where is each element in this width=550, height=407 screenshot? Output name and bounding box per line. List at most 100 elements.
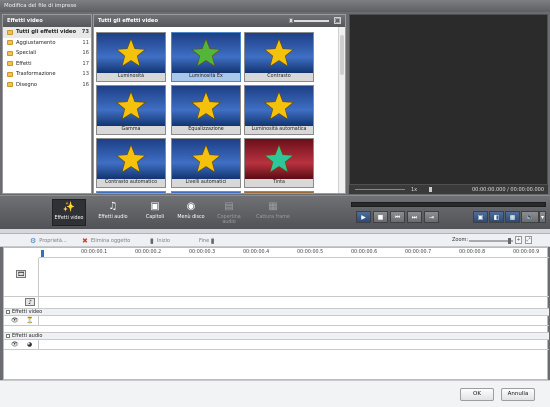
playback-speed-knob[interactable]: [429, 187, 432, 192]
eye-icon[interactable]: 👁: [11, 341, 19, 348]
timeline-tool[interactable]: Fine ▮: [199, 237, 218, 245]
go-to-end-button[interactable]: ⇥: [424, 211, 439, 223]
toolbar-button[interactable]: ▤ Copertina audio: [212, 199, 246, 226]
video-effects-section[interactable]: Effetti video: [4, 308, 549, 316]
category-label: Effetti: [16, 60, 32, 67]
category-label: Tutti gli effetti video: [16, 29, 77, 36]
timeline-tool-label: Inizio: [156, 238, 170, 244]
folder-icon: [7, 40, 13, 46]
category-item[interactable]: Disegno 16: [3, 80, 91, 91]
effect-preview-image: [245, 33, 313, 73]
timeline-tool-label: Elimina oggetto: [90, 238, 131, 244]
effect-thumbnail-partial[interactable]: [96, 191, 166, 193]
effect-thumbnail[interactable]: Livelli automatici: [171, 138, 241, 188]
play-button[interactable]: ▶: [356, 211, 371, 223]
star-icon: [191, 91, 221, 120]
timeline-toolbar: ⚙ Proprietà... ✖ Elimina oggetto ▮ Inizio Fine…: [0, 234, 550, 247]
cancel-button[interactable]: Annulla: [501, 388, 535, 401]
category-list: Tutti gli effetti video 73 Aggiustamento 11…: [3, 27, 91, 90]
timeline-tool[interactable]: ⚙ Proprietà...: [30, 237, 67, 245]
skip-back-icon: ⏮: [394, 214, 401, 221]
timeline-tool[interactable]: ▮ Inizio: [150, 237, 170, 245]
toolbar-button-label: Effetti video: [54, 216, 84, 221]
view-mode-button-3[interactable]: ▦: [505, 211, 520, 223]
timeline-zoom-slider[interactable]: [469, 238, 513, 244]
timeline-zoom-knob[interactable]: [508, 238, 511, 244]
audio-effects-section[interactable]: Effetti audio: [4, 332, 549, 340]
audio-cover-icon: ▤: [224, 201, 234, 212]
ok-button[interactable]: OK: [460, 388, 494, 401]
effects-scrollbar[interactable]: [338, 27, 345, 193]
effect-thumbnail-partial[interactable]: [244, 191, 314, 193]
folder-icon: [7, 29, 13, 35]
effect-thumbnail[interactable]: Contrasto automatico: [96, 138, 166, 188]
thumbnail-size-slider-knob[interactable]: [289, 18, 293, 23]
effect-label: Contrasto automatico: [97, 179, 165, 187]
effect-label: Luminosità automatica: [245, 126, 313, 134]
category-item[interactable]: Speciali 16: [3, 48, 91, 59]
category-item[interactable]: Tutti gli effetti video 73: [3, 27, 91, 38]
seek-bar[interactable]: [351, 202, 546, 207]
playback-speed: 1x: [411, 187, 418, 193]
star-icon: [264, 38, 294, 67]
thumbnail-zoom-icon[interactable]: ▢: [334, 17, 341, 24]
effect-thumbnail-partial[interactable]: [171, 191, 241, 193]
toolbar-button[interactable]: ◉ Menù disco: [174, 199, 208, 226]
category-panel: Effetti video Tutti gli effetti video 73 A…: [2, 14, 92, 194]
toolbar-button[interactable]: ✨ Effetti video: [52, 199, 86, 226]
effect-thumbnail[interactable]: Contrasto: [244, 32, 314, 82]
fit-to-window-button[interactable]: ⤢: [525, 236, 532, 244]
stop-button[interactable]: ■: [373, 211, 388, 223]
eye-icon[interactable]: 👁: [11, 317, 19, 324]
folder-icon: [7, 61, 13, 67]
video-effects-collapse-icon[interactable]: [6, 309, 10, 314]
toolbar-button[interactable]: ▦ Cattura frame: [256, 199, 290, 226]
category-item[interactable]: Aggiustamento 11: [3, 38, 91, 49]
track-separator: [4, 325, 549, 326]
audio-effects-track-header: 👁 ◕: [4, 340, 39, 349]
timeline-tool[interactable]: ✖ Elimina oggetto: [82, 237, 130, 245]
audio-track-header: ♪: [4, 296, 39, 308]
end-icon: ⇥: [428, 214, 435, 221]
category-label: Trasformazione: [16, 71, 56, 78]
timeline-ruler[interactable]: 00:00:00.1 00:00:00.2 00:00:00.3 00:00:00.4…: [39, 248, 549, 258]
window-title: Modifica del file di imprese: [4, 3, 77, 9]
star-icon: [264, 144, 294, 173]
effect-thumbnail[interactable]: Equalizzazione: [171, 85, 241, 135]
volume-button[interactable]: 🔈: [521, 211, 539, 223]
effect-label: Tinta: [245, 179, 313, 187]
thumbnail-size-slider[interactable]: [289, 18, 329, 23]
track-separator: [4, 349, 549, 350]
star-icon: [191, 144, 221, 173]
view-mode-button-2[interactable]: ◧: [489, 211, 504, 223]
star-icon: [191, 38, 221, 67]
effect-thumbnail[interactable]: Tinta: [244, 138, 314, 188]
toolbar-button[interactable]: ♫ Effetti audio: [96, 199, 130, 226]
capture-frame-icon: ▦: [268, 201, 278, 212]
timeline-cursor[interactable]: [41, 250, 44, 257]
category-count: 16: [82, 50, 89, 57]
audio-effects-collapse-icon[interactable]: [6, 333, 10, 338]
effects-scrollbar-thumb[interactable]: [340, 35, 344, 75]
zoom-in-button[interactable]: +: [515, 236, 522, 244]
disc-menu-icon: ◉: [186, 201, 196, 212]
toolbar-button[interactable]: ▣ Capitoli: [138, 199, 172, 226]
effect-thumbnail[interactable]: Luminosità: [96, 32, 166, 82]
category-item[interactable]: Trasformazione 13: [3, 69, 91, 80]
effect-thumbnail[interactable]: Luminosità automatica: [244, 85, 314, 135]
volume-dropdown[interactable]: ▾: [539, 211, 546, 223]
folder-icon: [7, 50, 13, 56]
playback-speed-track[interactable]: [355, 189, 405, 190]
folder-icon: [7, 71, 13, 77]
filter-icon: ⏳: [26, 317, 34, 324]
effect-thumbnail[interactable]: Gamma: [96, 85, 166, 135]
next-frame-button[interactable]: ⏭: [407, 211, 422, 223]
effects-panel: Tutti gli effetti video ▢ Luminosità Lumi…: [93, 14, 346, 194]
previous-frame-button[interactable]: ⏮: [390, 211, 405, 223]
view-mode-button-1[interactable]: ▣: [473, 211, 488, 223]
toolbar-button-label: Menù disco: [177, 215, 205, 220]
category-item[interactable]: Effetti 17: [3, 59, 91, 70]
video-effects-track-header: 👁 ⏳: [4, 316, 39, 325]
effect-thumbnail[interactable]: Luminosità Ex: [171, 32, 241, 82]
category-header: Effetti video: [3, 15, 91, 27]
